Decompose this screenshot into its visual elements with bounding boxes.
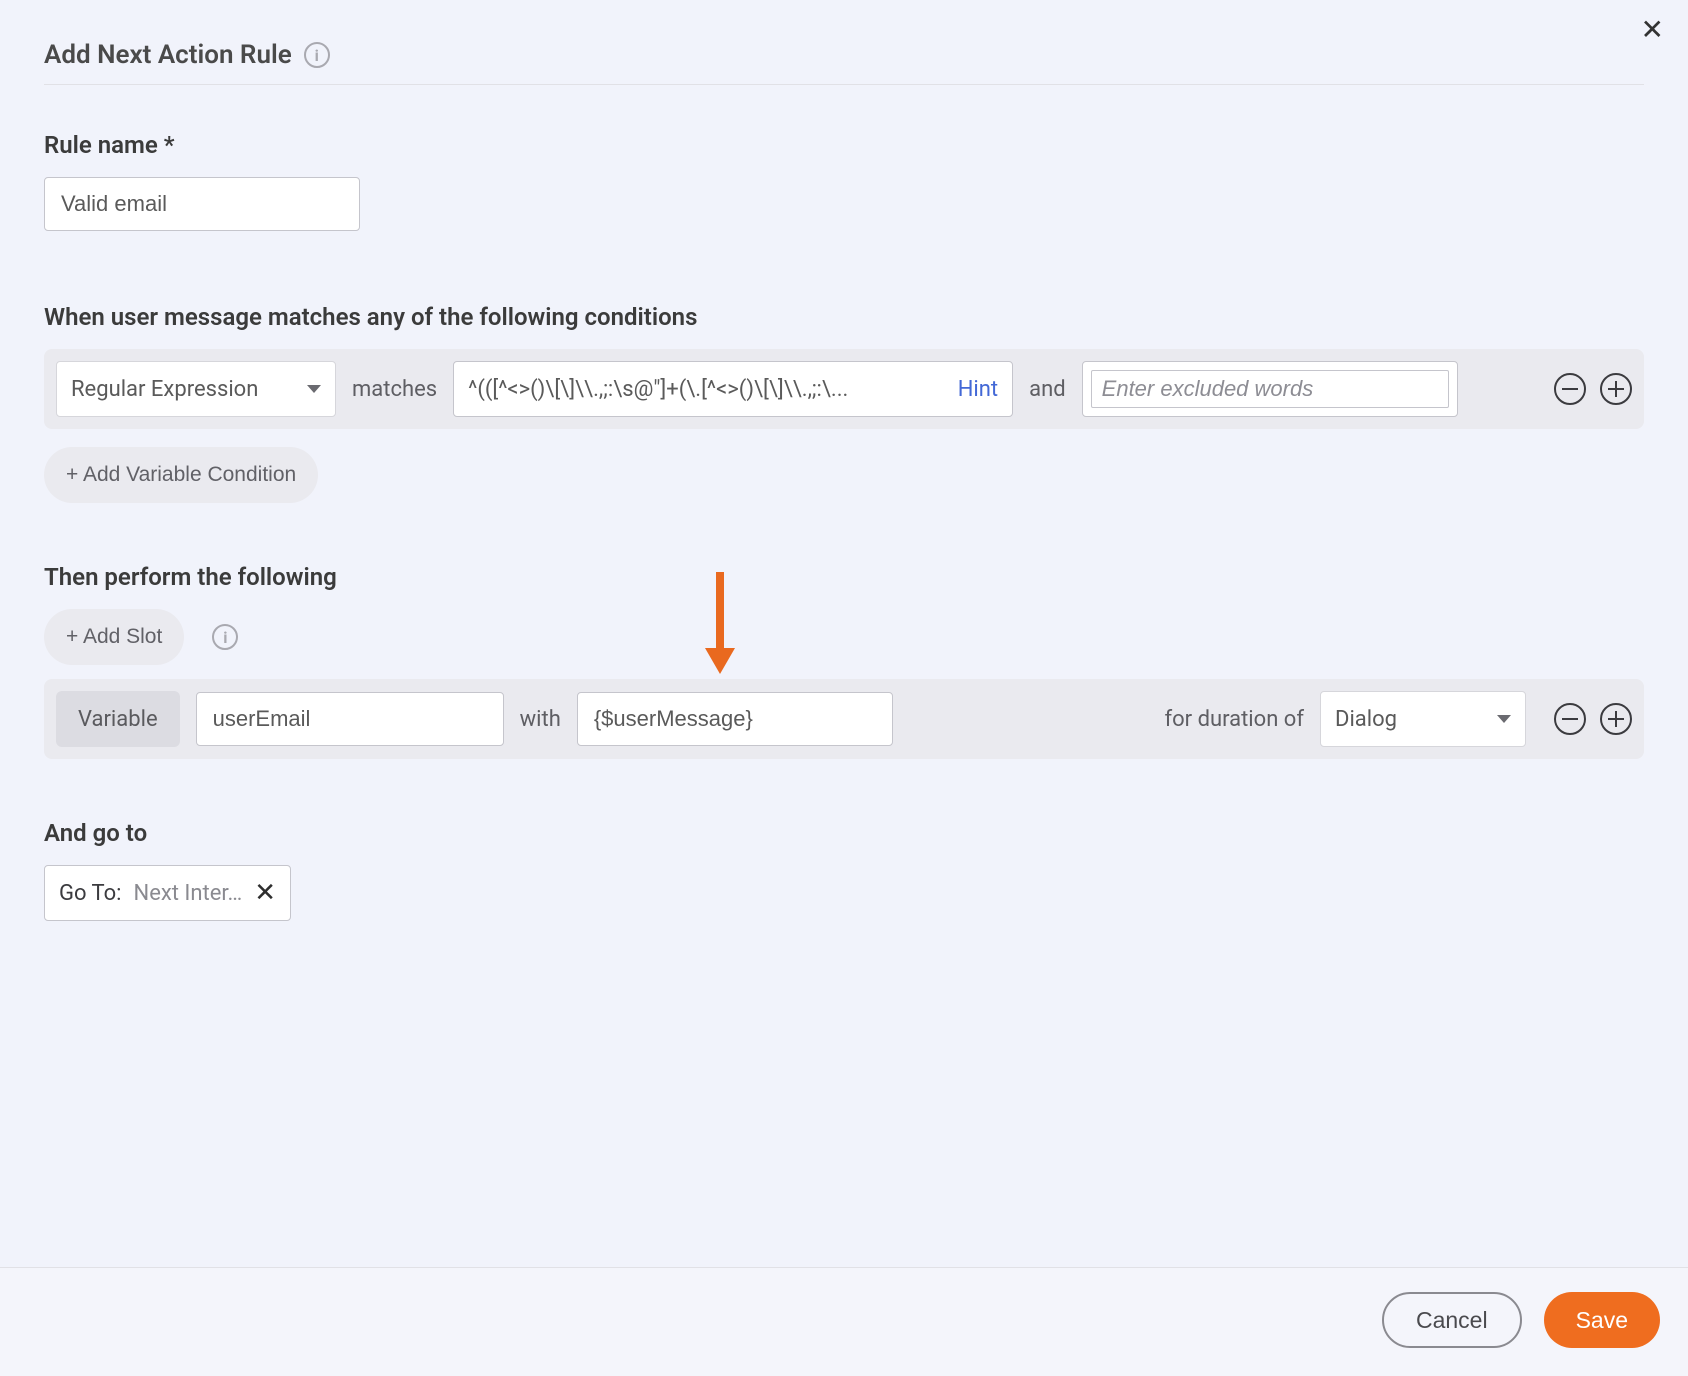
add-condition-button[interactable]	[1600, 373, 1632, 405]
goto-heading: And go to	[44, 819, 1644, 847]
rule-name-label: Rule name *	[44, 131, 1644, 159]
condition-row: Regular Expression matches ^(([^<>()\[\]…	[44, 349, 1644, 429]
duration-text: for duration of	[1164, 707, 1304, 732]
info-icon[interactable]: i	[212, 624, 238, 650]
excluded-words-input[interactable]	[1091, 370, 1449, 408]
action-row-controls	[1554, 703, 1632, 735]
conditions-heading: When user message matches any of the fol…	[44, 303, 1644, 331]
matches-text: matches	[352, 377, 437, 402]
add-next-action-rule-modal: ✕ Add Next Action Rule i Rule name * Whe…	[0, 0, 1688, 1376]
add-variable-condition-button[interactable]: + Add Variable Condition	[44, 447, 318, 503]
modal-header: Add Next Action Rule i	[44, 40, 1644, 85]
info-icon[interactable]: i	[304, 42, 330, 68]
chevron-down-icon	[307, 385, 321, 393]
regex-value: ^(([^<>()\[\]\\.,;:\s@"]+(\.[^<>()\[\]\\…	[468, 377, 948, 402]
variable-value-input[interactable]	[577, 692, 893, 746]
duration-value: Dialog	[1335, 707, 1397, 732]
actions-section: Then perform the following + Add Slot i …	[44, 563, 1644, 759]
action-row: Variable with for duration of Dialog	[44, 679, 1644, 759]
chevron-down-icon	[1497, 715, 1511, 723]
excluded-words-wrap	[1082, 361, 1458, 417]
goto-select[interactable]: Go To: Next Inter… ✕	[44, 865, 291, 921]
remove-action-button[interactable]	[1554, 703, 1586, 735]
cancel-button[interactable]: Cancel	[1382, 1292, 1522, 1348]
goto-prefix: Go To:	[59, 881, 122, 906]
add-action-button[interactable]	[1600, 703, 1632, 735]
modal-title: Add Next Action Rule	[44, 40, 292, 70]
modal-content: Add Next Action Rule i Rule name * When …	[0, 0, 1688, 921]
with-text: with	[520, 707, 561, 732]
save-button[interactable]: Save	[1544, 1292, 1660, 1348]
condition-row-controls	[1554, 373, 1632, 405]
condition-type-select[interactable]: Regular Expression	[56, 361, 336, 417]
rule-name-input[interactable]	[44, 177, 360, 231]
variable-chip: Variable	[56, 691, 180, 747]
add-slot-row: + Add Slot i	[44, 609, 1644, 665]
goto-section: And go to Go To: Next Inter… ✕	[44, 819, 1644, 921]
and-text: and	[1029, 377, 1066, 402]
variable-chip-label: Variable	[78, 707, 158, 732]
condition-type-value: Regular Expression	[71, 377, 258, 402]
rule-name-section: Rule name *	[44, 131, 1644, 231]
goto-clear-icon[interactable]: ✕	[254, 878, 276, 908]
add-slot-button[interactable]: + Add Slot	[44, 609, 184, 665]
modal-footer: Cancel Save	[0, 1267, 1688, 1376]
regex-input[interactable]: ^(([^<>()\[\]\\.,;:\s@"]+(\.[^<>()\[\]\\…	[453, 361, 1013, 417]
conditions-section: When user message matches any of the fol…	[44, 303, 1644, 503]
duration-select[interactable]: Dialog	[1320, 691, 1526, 747]
close-icon[interactable]: ✕	[1641, 16, 1664, 44]
hint-link[interactable]: Hint	[958, 377, 998, 402]
goto-value: Next Inter…	[134, 881, 243, 906]
remove-condition-button[interactable]	[1554, 373, 1586, 405]
actions-heading: Then perform the following	[44, 563, 1644, 591]
variable-name-input[interactable]	[196, 692, 504, 746]
